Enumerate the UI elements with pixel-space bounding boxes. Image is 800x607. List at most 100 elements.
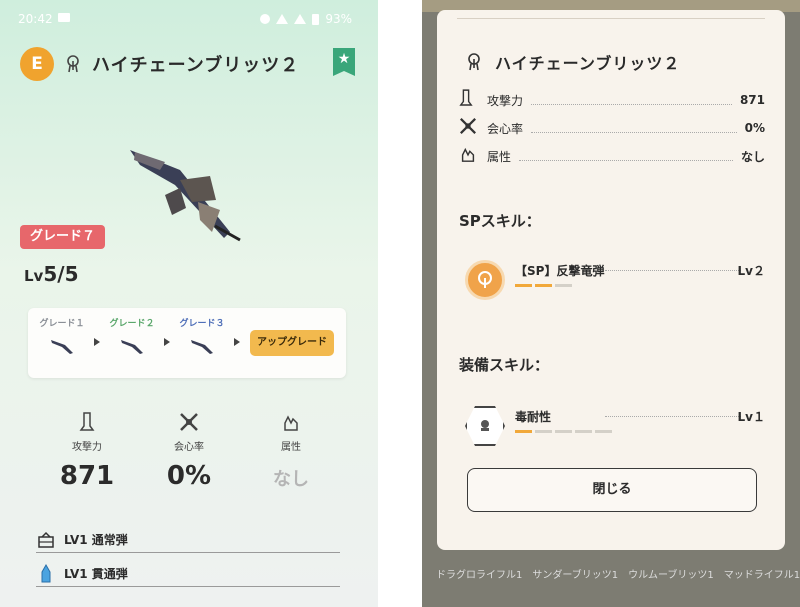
weapon-level: Lv5/5 [24,262,78,286]
weapon-info-modal-screen: ハイチェーンブリッツ２ 攻撃力 871 会心率 0% 属性 なし SPスキル： … [422,0,800,607]
skill-level-bar [555,284,572,287]
skill-level-bar [535,284,552,287]
element-icon [256,412,326,432]
status-bar: 20:42 93% [0,0,378,40]
attack-icon [52,412,122,432]
skill-level-bar [555,430,572,433]
stat-attack: 攻撃力 871 [52,412,122,491]
skill-level-bar [515,284,532,287]
skill-level-bars [515,284,572,287]
skill-level-bar [575,430,592,433]
weapon-header: E ハイチェーンブリッツ２ [20,47,299,81]
location-icon [260,14,271,24]
close-button[interactable]: 閉じる [467,468,757,512]
stat-element: 属性 なし [256,412,326,491]
weapon-tab[interactable]: ドラグロライフル1 [436,566,522,582]
signal-icon [294,14,307,24]
ammo-label: LV1 通常弾 [64,533,128,547]
dotted-leader [531,95,732,105]
equip-skill-row[interactable]: 毒耐性 Lv１ [465,404,765,454]
wifi-icon [276,14,289,24]
sp-skill-icon [465,260,505,300]
dialog-weapon-name: ハイチェーンブリッツ２ [495,54,681,73]
level-prefix: Lv [24,267,44,285]
stat-value: なし [273,469,309,490]
stat-value: 871 [59,461,115,491]
equip-skills-title: 装備スキル： [459,356,550,374]
battery-icon [312,13,320,25]
level-value: 5/5 [43,262,79,286]
sp-skill-row[interactable]: 【SP】反撃竜弾 Lv２ [465,258,765,308]
light-bowgun-icon [62,53,84,75]
weapon-name: ハイチェーンブリッツ２ [92,55,300,76]
grade-step-label: グレード１ [39,319,85,329]
stat-value: なし [740,149,765,164]
weapon-list-tabs: ドラグロライフル1 サンダーブリッツ1 ウルムーブリッツ1 マッドライフル1 [422,566,800,582]
affinity-icon [154,412,224,432]
skill-level-bar [595,430,612,433]
skill-level-bar [535,430,552,433]
skill-name: 毒耐性 [515,410,552,424]
sp-skills-title: SPスキル： [459,212,541,230]
weapon-thumb-icon [191,340,213,354]
skill-level-bar [515,430,532,433]
affinity-icon [459,117,481,139]
mail-icon [58,13,70,22]
dialog-stat-element: 属性 なし [459,146,765,166]
grade-step[interactable]: グレード３ [172,316,232,359]
stat-label: 会心率 [487,121,524,136]
weapon-thumb-icon [51,340,73,354]
ammo-label: LV1 貫通弾 [64,567,128,581]
stat-label: 攻撃力 [487,93,524,108]
ammo-row: LV1 貫通弾 [36,561,340,587]
stat-label: 属性 [281,442,301,453]
weapon-info-dialog: ハイチェーンブリッツ２ 攻撃力 871 会心率 0% 属性 なし SPスキル： … [437,10,785,550]
weapon-thumb-icon [121,340,143,354]
skill-name: 【SP】反撃竜弾 [515,264,605,278]
grade-step-label: グレード３ [179,319,225,329]
arrow-right-icon [164,338,170,346]
skill-level: Lv１ [737,410,765,424]
ammo-row: LV1 通常弾 [36,527,340,553]
grade-step[interactable]: グレード２ [102,316,162,359]
element-icon [459,145,481,167]
grade-step[interactable]: グレード１ [32,316,92,359]
status-time: 20:42 [18,12,53,26]
grade-progress-panel: グレード１ グレード２ グレード３ アップグレード [28,308,346,378]
attack-icon [459,89,481,111]
arrow-right-icon [94,338,100,346]
weapon-image [130,150,241,242]
weapon-detail-screen: 20:42 93% E ハイチェーンブリッツ２ ★ グレード７ Lv5/5 グレ… [0,0,378,607]
light-bowgun-icon [463,51,485,73]
dotted-leader [605,416,741,417]
stat-label: 攻撃力 [72,442,102,453]
dotted-leader [605,270,741,271]
weapon-tab[interactable]: サンダーブリッツ1 [532,566,618,582]
weapon-tab[interactable]: ウルムーブリッツ1 [628,566,714,582]
arrow-right-icon [234,338,240,346]
skill-level: Lv２ [737,264,765,278]
poison-resistance-icon [465,406,505,446]
skill-level-bars [515,430,612,433]
stat-value: 871 [739,93,765,107]
grade-badge: グレード７ [20,225,106,249]
weapon-tab[interactable]: マッドライフル1 [724,566,800,582]
dialog-header: ハイチェーンブリッツ２ [463,50,680,74]
pierce-ammo-icon [36,563,56,584]
stat-affinity: 会心率 0% [154,412,224,491]
upgrade-button[interactable]: アップグレード [250,330,334,356]
dialog-stat-attack: 攻撃力 871 [459,89,765,111]
dotted-leader [531,123,737,133]
normal-ammo-icon [36,530,56,550]
dialog-stat-affinity: 会心率 0% [459,118,765,138]
status-icons: 93% [260,12,352,26]
rank-badge: E [20,47,54,81]
grade-step-label: グレード２ [109,319,155,329]
stat-value: 0% [744,121,765,135]
stat-label: 会心率 [174,442,204,453]
favorite-bookmark-icon[interactable]: ★ [333,48,355,76]
stat-value: 0% [166,461,212,491]
dotted-leader [519,151,733,161]
divider [457,18,765,19]
battery-level: 93% [325,12,352,26]
